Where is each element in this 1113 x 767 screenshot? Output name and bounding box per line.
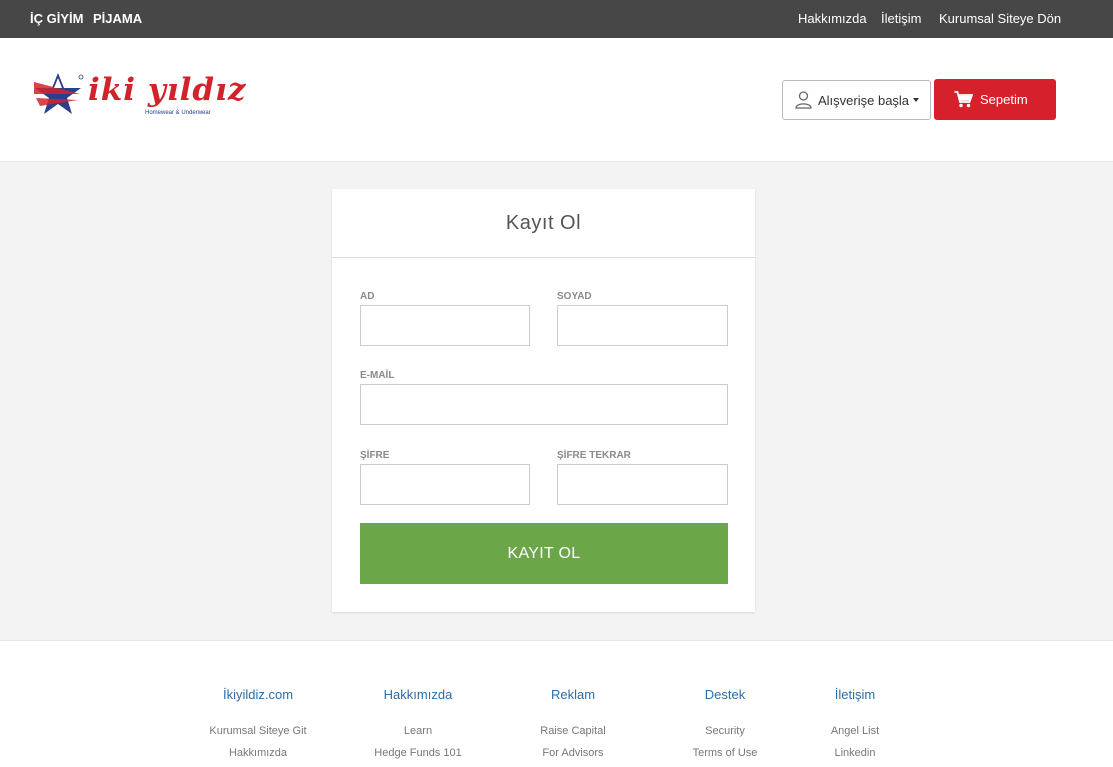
footer-column-about: Hakkımızda Learn Hedge Funds 101 xyxy=(343,687,493,764)
nav-link-contact[interactable]: İletişim xyxy=(881,11,921,26)
footer-link[interactable]: Terms of Use xyxy=(650,742,800,764)
cart-icon xyxy=(954,91,973,108)
footer-link[interactable]: Linkedin xyxy=(780,742,930,764)
first-name-field[interactable] xyxy=(360,305,530,346)
first-name-label: AD xyxy=(360,291,375,302)
password-label: ŞİFRE xyxy=(360,450,390,461)
caret-down-icon xyxy=(913,98,920,102)
cart-button-label: Sepetim xyxy=(980,92,1028,107)
brand-logo[interactable]: iki yıldız Homewear & Underwear xyxy=(32,72,245,128)
account-dropdown-label: Alışverişe başla xyxy=(818,92,910,108)
footer-link[interactable]: Hedge Funds 101 xyxy=(343,742,493,764)
nav-category-ic-giyim[interactable]: İÇ GİYİM xyxy=(30,11,83,26)
password-repeat-field[interactable] xyxy=(557,464,728,505)
account-dropdown-button[interactable]: Alışverişe başla xyxy=(782,80,931,120)
nav-category-pijama[interactable]: PİJAMA xyxy=(93,11,142,26)
footer-column-title[interactable]: İletişim xyxy=(780,687,930,702)
user-icon xyxy=(795,91,812,109)
footer-link[interactable]: Security xyxy=(650,720,800,742)
footer-link[interactable]: Raise Capital xyxy=(498,720,648,742)
email-field[interactable] xyxy=(360,384,728,425)
brand-tagline: Homewear & Underwear xyxy=(145,110,211,116)
footer-column-support: Destek Security Terms of Use xyxy=(650,687,800,764)
register-submit-button[interactable]: KAYIT OL xyxy=(360,523,728,584)
password-repeat-label: ŞİFRE TEKRAR xyxy=(557,450,631,461)
brand-name: iki yıldız xyxy=(88,72,247,108)
star-logo-icon xyxy=(34,73,84,114)
footer-column-title[interactable]: Hakkımızda xyxy=(343,687,493,702)
footer-column-title[interactable]: Destek xyxy=(650,687,800,702)
site-footer: İkiyildiz.com Kurumsal Siteye Git Hakkım… xyxy=(0,640,1113,767)
footer-column-ikiyildiz: İkiyildiz.com Kurumsal Siteye Git Hakkım… xyxy=(183,687,333,764)
password-field[interactable] xyxy=(360,464,530,505)
nav-link-about[interactable]: Hakkımızda xyxy=(798,11,867,26)
register-title: Kayıt Ol xyxy=(332,189,755,258)
top-bar: İÇ GİYİM PİJAMA Hakkımızda İletişim Kuru… xyxy=(0,0,1113,38)
footer-column-title[interactable]: Reklam xyxy=(498,687,648,702)
last-name-label: SOYAD xyxy=(557,291,592,302)
footer-link[interactable]: Angel List xyxy=(780,720,930,742)
register-card: Kayıt Ol AD SOYAD E-MAİL ŞİFRE ŞİFRE TEK… xyxy=(332,189,755,612)
footer-link[interactable]: Kurumsal Siteye Git xyxy=(183,720,333,742)
footer-column-title[interactable]: İkiyildiz.com xyxy=(183,687,333,702)
footer-column-contact: İletişim Angel List Linkedin xyxy=(780,687,930,764)
footer-link[interactable]: Hakkımızda xyxy=(183,742,333,764)
footer-column-ads: Reklam Raise Capital For Advisors xyxy=(498,687,648,764)
nav-link-corporate-site[interactable]: Kurumsal Siteye Dön xyxy=(939,11,1061,26)
footer-link[interactable]: For Advisors xyxy=(498,742,648,764)
last-name-field[interactable] xyxy=(557,305,728,346)
cart-button[interactable]: Sepetim xyxy=(934,79,1056,120)
email-label: E-MAİL xyxy=(360,370,395,381)
site-header: iki yıldız Homewear & Underwear Alışveri… xyxy=(0,38,1113,162)
footer-link[interactable]: Learn xyxy=(343,720,493,742)
